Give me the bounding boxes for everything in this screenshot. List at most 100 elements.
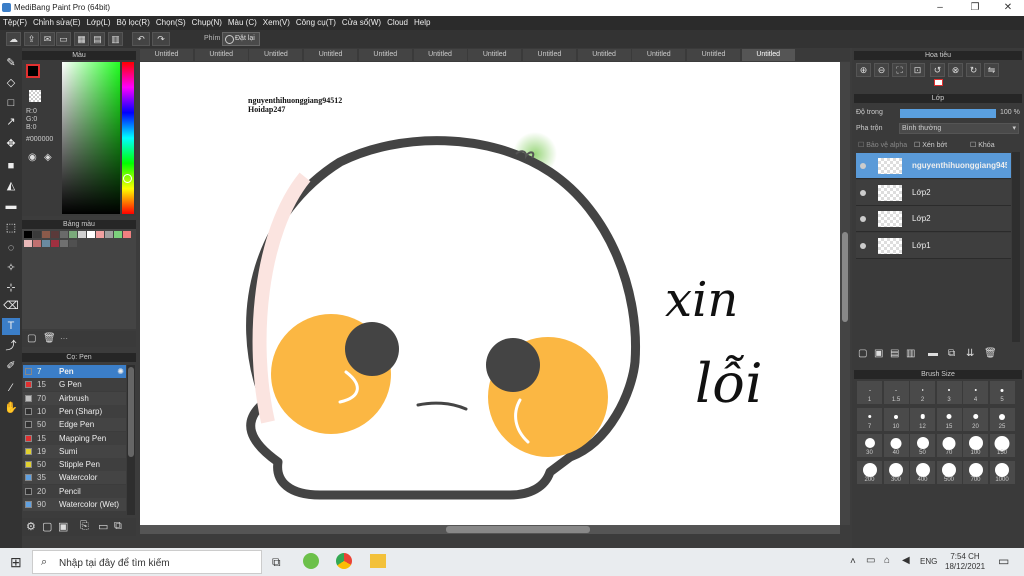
palette-swatch[interactable] <box>33 240 41 247</box>
brush-size-option[interactable]: 1 <box>857 381 882 404</box>
brush-size-option[interactable]: 1000 <box>989 460 1015 484</box>
brush-size-option[interactable]: 500 <box>936 460 962 484</box>
palette-swatch[interactable] <box>114 231 122 238</box>
palette-swatch[interactable] <box>33 231 41 238</box>
navigator-preview[interactable] <box>934 79 943 86</box>
rotate-reset-icon[interactable]: ⊗ <box>948 63 963 77</box>
document-tab[interactable]: Untitled <box>249 49 303 61</box>
brush-item[interactable]: 15 G Pen <box>23 378 126 392</box>
select-tool-icon[interactable]: ⬚ <box>2 220 20 237</box>
brush-tool-icon[interactable]: ✎ <box>2 55 20 72</box>
palette-swatch[interactable] <box>105 231 113 238</box>
brush-size-option[interactable]: 25 <box>989 407 1015 431</box>
hand-tool-icon[interactable]: ✋ <box>2 400 20 417</box>
brush-menu-icon[interactable]: ▣ <box>58 520 68 533</box>
document-tab[interactable]: Untitled <box>358 49 412 61</box>
palette-swatch[interactable] <box>51 240 59 247</box>
upload-icon[interactable]: ⇪ <box>24 32 39 46</box>
background-color[interactable] <box>29 90 41 102</box>
brush-size-option[interactable]: 5 <box>989 381 1015 404</box>
lasso-tool-icon[interactable]: ◌ <box>2 240 20 257</box>
file-explorer-icon[interactable] <box>370 554 386 568</box>
menu-item[interactable]: Bộ lọc(R) <box>114 16 153 29</box>
brush-size-option[interactable]: 2 <box>910 381 935 404</box>
lock-checkbox[interactable]: ☐ Khóa <box>970 141 995 149</box>
clip-checkbox[interactable]: ☐ Xén bớt <box>914 141 947 149</box>
document-tab[interactable]: Untitled <box>687 49 740 61</box>
brush-size-option[interactable]: 150 <box>989 434 1015 457</box>
menu-item[interactable]: Chỉnh sửa(E) <box>30 16 84 29</box>
menu-item[interactable]: Xem(V) <box>260 16 293 29</box>
brush-size-option[interactable]: 200 <box>857 460 882 484</box>
brush-item[interactable]: 70 Airbrush <box>23 391 126 405</box>
volume-icon[interactable]: ◀ <box>902 555 910 566</box>
blend-select[interactable]: Bình thường ▾ <box>899 123 1019 134</box>
reset-button[interactable]: Đặt lại <box>222 32 260 46</box>
cloud-icon[interactable]: ☁ <box>6 32 21 46</box>
windows-start-icon[interactable]: ⊞ <box>10 554 22 571</box>
add-layer-menu-icon[interactable]: ▥ <box>906 348 915 359</box>
comment-icon[interactable]: ▭ <box>56 32 71 46</box>
brush-item[interactable]: 15 Mapping Pen <box>23 431 126 445</box>
document-tab[interactable]: Untitled <box>413 49 467 61</box>
document-tab[interactable]: Untitled <box>304 49 358 61</box>
layer-item[interactable]: Lớp1 <box>856 232 1011 259</box>
palette-swatch[interactable] <box>60 240 68 247</box>
delete-layer-icon[interactable]: 🗑 <box>984 348 997 359</box>
rotate-left-icon[interactable]: ↺ <box>930 63 945 77</box>
opacity-slider[interactable] <box>900 109 996 118</box>
redo-icon[interactable]: ↷ <box>152 32 170 46</box>
vscroll-thumb[interactable] <box>842 232 848 322</box>
layer-scrollbar[interactable] <box>1012 152 1020 342</box>
clock[interactable]: 7:54 CH 18/12/2021 <box>945 552 985 572</box>
gradient-tool-icon[interactable]: ▬ <box>2 198 20 215</box>
hue-handle[interactable] <box>123 174 132 183</box>
eraser-tool-icon[interactable]: ◇ <box>2 75 20 92</box>
brush-delete-icon[interactable]: ⧉ <box>114 520 122 533</box>
brush-item[interactable]: 50 Stipple Pen <box>23 458 126 472</box>
brush-add-icon[interactable]: ⚙ <box>26 520 36 533</box>
brush-scroll-thumb[interactable] <box>128 367 134 457</box>
brush-size-option[interactable]: 1.5 <box>883 381 909 404</box>
brush-item[interactable]: 90 Watercolor (Wet) <box>23 498 126 511</box>
brush-item[interactable]: 10 Pen (Sharp) <box>23 404 126 418</box>
taskbar-search[interactable]: ⌕ Nhập tại đây để tìm kiếm <box>32 550 262 574</box>
brush-size-option[interactable]: 7 <box>857 407 882 431</box>
menu-item[interactable]: Help <box>411 16 433 29</box>
visibility-icon[interactable] <box>860 189 866 196</box>
document-tab[interactable]: Untitled <box>577 49 631 61</box>
minimize-icon[interactable]: – <box>930 2 950 13</box>
pen-tool-icon[interactable]: ↗ <box>2 114 20 131</box>
brush-size-option[interactable]: 400 <box>910 460 935 484</box>
maximize-icon[interactable]: ❐ <box>965 2 985 13</box>
menu-item[interactable]: Màu (C) <box>225 16 260 29</box>
saturation-value-picker[interactable] <box>62 62 120 214</box>
actual-size-icon[interactable]: ⊡ <box>910 63 925 77</box>
protect-alpha-checkbox[interactable]: ☐ Bảo vệ alpha <box>858 141 907 149</box>
hue-slider[interactable] <box>122 62 134 214</box>
brush-copy-icon[interactable]: ⎘ <box>80 520 89 533</box>
document-tab[interactable]: Untitled <box>632 49 686 61</box>
duplicate-layer-icon[interactable]: ⧉ <box>948 348 955 359</box>
fill-rect-icon[interactable]: ■ <box>2 158 20 175</box>
vertical-scrollbar[interactable] <box>840 62 850 525</box>
menu-item[interactable]: Lớp(L) <box>84 16 114 29</box>
visibility-icon[interactable] <box>860 216 866 223</box>
text-tool-icon[interactable]: T <box>2 318 20 335</box>
palette-swatch[interactable] <box>123 231 131 238</box>
flip-icon[interactable]: ⇋ <box>984 63 999 77</box>
palette-swatch[interactable] <box>42 240 50 247</box>
network-icon[interactable]: ⌂ <box>884 555 890 566</box>
palette-swatch[interactable] <box>69 240 77 247</box>
palette-icon[interactable]: ◉ <box>28 152 37 163</box>
delete-palette-icon[interactable]: 🗑 <box>43 333 56 344</box>
battery-icon[interactable]: ▭ <box>866 555 875 566</box>
document-tab[interactable]: Untitled <box>468 49 522 61</box>
undo-icon[interactable]: ↶ <box>132 32 150 46</box>
chat-icon[interactable]: ✉ <box>40 32 55 46</box>
layer-item[interactable]: nguyenthihuonggiang94512 <box>856 153 1011 179</box>
grid-icon[interactable]: ▦ <box>74 32 89 46</box>
menu-item[interactable]: Chụp(N) <box>189 16 225 29</box>
brush-size-option[interactable]: 15 <box>936 407 962 431</box>
layer-item[interactable]: Lớp2 <box>856 179 1011 206</box>
